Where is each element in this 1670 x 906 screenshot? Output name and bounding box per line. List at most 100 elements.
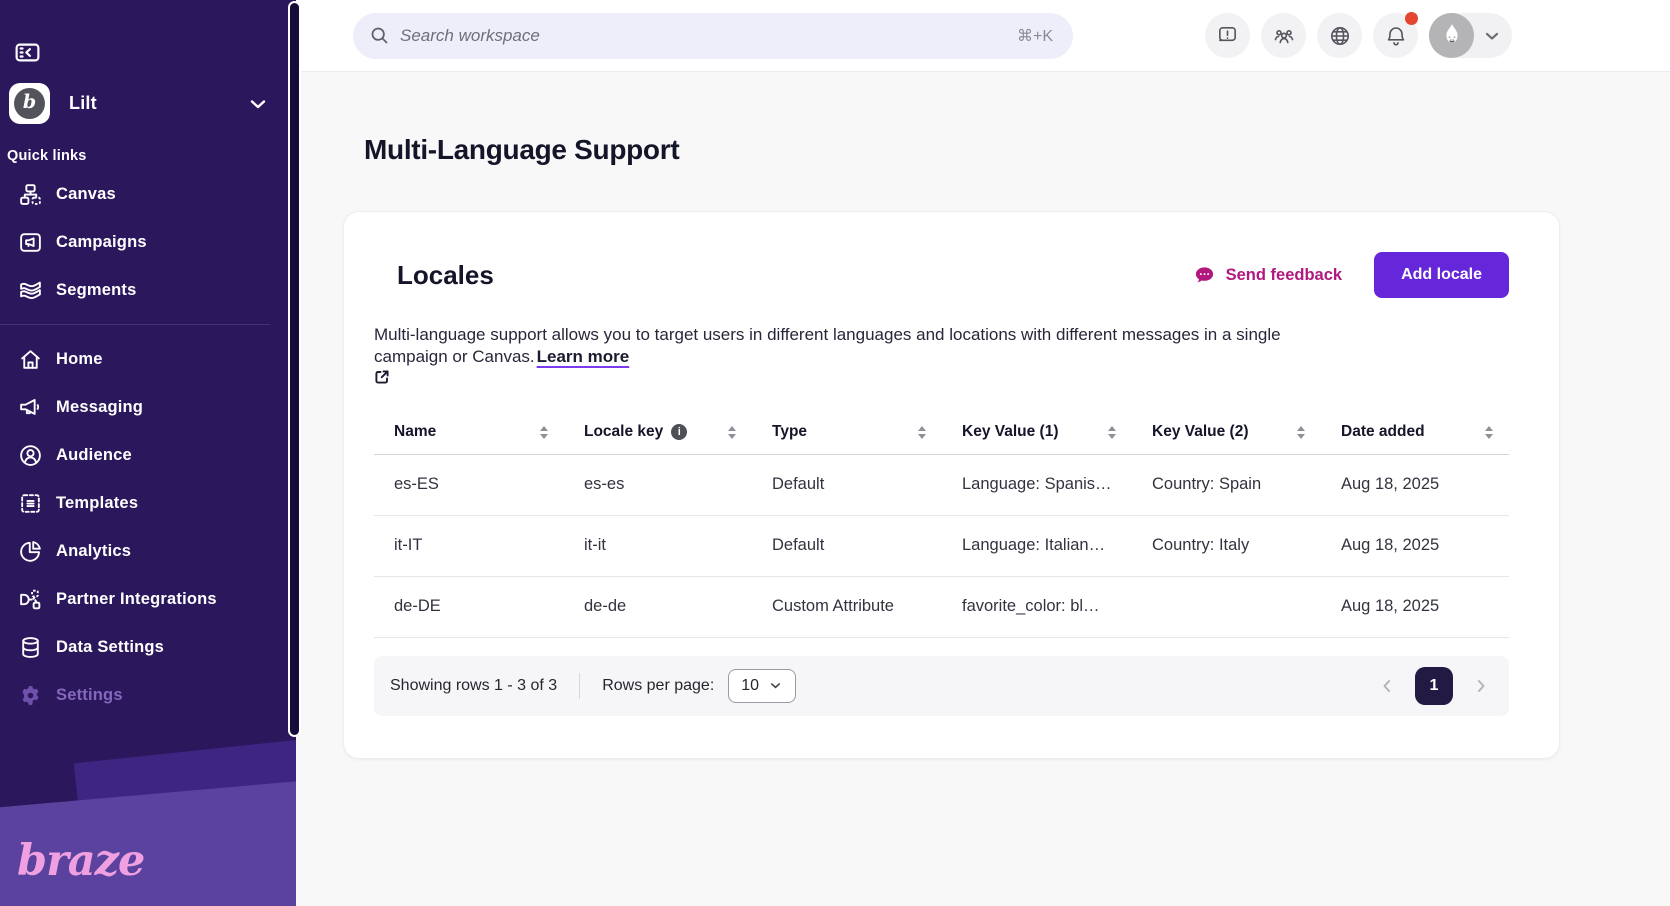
collapse-sidebar-icon [13,38,42,67]
chat-bubble-icon [1193,264,1216,287]
topbar: ⌘+K [296,0,1670,72]
cell-name: it-IT [374,536,564,555]
sidebar-item-label: Campaigns [56,233,147,252]
add-locale-button[interactable]: Add locale [1374,252,1509,298]
cell-locale-key: es-es [564,475,752,494]
column-header-date-added: Date added [1321,423,1509,441]
rows-per-page-select[interactable]: 10 [728,669,796,703]
sidebar-item-label: Templates [56,494,138,513]
sidebar-divider [0,324,270,325]
sort-icon[interactable] [538,425,550,440]
sidebar-item-data-settings[interactable]: Data Settings [0,623,296,671]
quick-links-label: Quick links [7,148,296,164]
topbar-actions [1205,13,1512,58]
sidebar-item-label: Canvas [56,185,116,204]
info-icon[interactable]: i [671,424,687,440]
cell-key-value-2: Country: Italy [1132,536,1321,555]
templates-icon [17,491,43,516]
footer-divider [579,673,580,699]
column-header-key-value-2: Key Value (2) [1132,423,1321,441]
sidebar-wave-decoration: braze [0,721,296,906]
sidebar-item-segments[interactable]: Segments [0,266,296,314]
sidebar-item-messaging[interactable]: Messaging [0,383,296,431]
column-label: Locale key [584,423,663,441]
sidebar-item-label: Settings [56,686,123,705]
cell-key-value-1: Language: Spanis… [942,475,1132,494]
table-row: es-ES es-es Default Language: Spanis… Co… [374,455,1509,516]
cell-type: Default [752,536,942,555]
sidebar-item-campaigns[interactable]: Campaigns [0,218,296,266]
chevron-down-icon [246,92,270,116]
braze-logo: braze [17,836,144,886]
sidebar-item-label: Partner Integrations [56,590,217,609]
previous-page-button[interactable] [1375,674,1399,698]
card-title: Locales [397,260,494,291]
sidebar-item-partner-integrations[interactable]: Partner Integrations [0,575,296,623]
cell-date-added: Aug 18, 2025 [1321,475,1509,494]
sidebar-item-templates[interactable]: Templates [0,479,296,527]
sidebar-item-settings[interactable]: Settings [0,671,296,719]
search-workspace[interactable]: ⌘+K [353,13,1073,59]
send-feedback-link[interactable]: Send feedback [1193,264,1342,287]
table-footer: Showing rows 1 - 3 of 3 Rows per page: 1… [374,656,1509,716]
column-header-type: Type [752,423,942,441]
column-header-key-value-1: Key Value (1) [942,423,1132,441]
home-icon [17,347,43,372]
sidebar-item-label: Analytics [56,542,131,561]
cell-name: de-DE [374,597,564,616]
sidebar-item-audience[interactable]: Audience [0,431,296,479]
rows-per-page-value: 10 [741,677,759,695]
sort-icon[interactable] [916,425,928,440]
rows-per-page-label: Rows per page: [602,677,714,695]
notifications-button[interactable] [1373,13,1418,58]
gear-icon [17,683,43,708]
main-nav: Home Messaging Audience Templates [0,335,296,719]
page-number-button[interactable]: 1 [1415,667,1453,705]
sort-icon[interactable] [1295,425,1307,440]
sort-icon[interactable] [726,425,738,440]
sidebar-item-label: Audience [56,446,132,465]
megaphone-icon [17,395,43,420]
cell-name: es-ES [374,475,564,494]
teams-button[interactable] [1261,13,1306,58]
column-header-locale-key: Locale key i [564,423,752,441]
sidebar-scrollbar[interactable] [288,1,301,737]
pagination: 1 [1375,667,1493,705]
integrations-icon [17,587,43,612]
sidebar-item-analytics[interactable]: Analytics [0,527,296,575]
learn-more-link[interactable]: Learn more [537,347,630,366]
feedback-button[interactable] [1205,13,1250,58]
sidebar-item-label: Messaging [56,398,143,417]
locales-card: Locales Send feedback Add locale Multi-l… [343,211,1560,759]
next-page-button[interactable] [1469,674,1493,698]
chevron-down-icon [1482,26,1502,46]
sort-icon[interactable] [1106,425,1118,440]
segments-icon [17,278,43,303]
sidebar-collapse-button[interactable] [13,38,42,67]
workspace-switcher[interactable]: b Lilt [9,83,270,124]
column-label: Type [772,423,807,441]
main-area: ⌘+K [296,0,1670,906]
sort-icon[interactable] [1483,425,1495,440]
sidebar: b Lilt Quick links Canvas Campaigns [0,0,296,906]
campaigns-icon [17,230,43,255]
notification-badge [1405,12,1418,25]
audience-icon [17,443,43,468]
analytics-icon [17,539,43,564]
table-header-row: Name Locale keyi Type Key Value (1) [374,411,1509,455]
send-feedback-label: Send feedback [1226,266,1342,285]
sidebar-item-label: Segments [56,281,136,300]
search-input[interactable] [400,26,1017,46]
language-button[interactable] [1317,13,1362,58]
cell-type: Default [752,475,942,494]
locales-table: Name Locale keyi Type Key Value (1) [374,411,1509,638]
content: Multi-Language Support Locales Send feed… [296,134,1670,759]
avatar [1429,13,1474,58]
bell-icon [1384,24,1408,48]
account-menu[interactable] [1429,13,1512,58]
external-link-icon [374,369,1319,385]
sidebar-item-canvas[interactable]: Canvas [0,170,296,218]
globe-icon [1328,24,1352,48]
sidebar-item-home[interactable]: Home [0,335,296,383]
feedback-bubble-icon [1216,24,1239,47]
